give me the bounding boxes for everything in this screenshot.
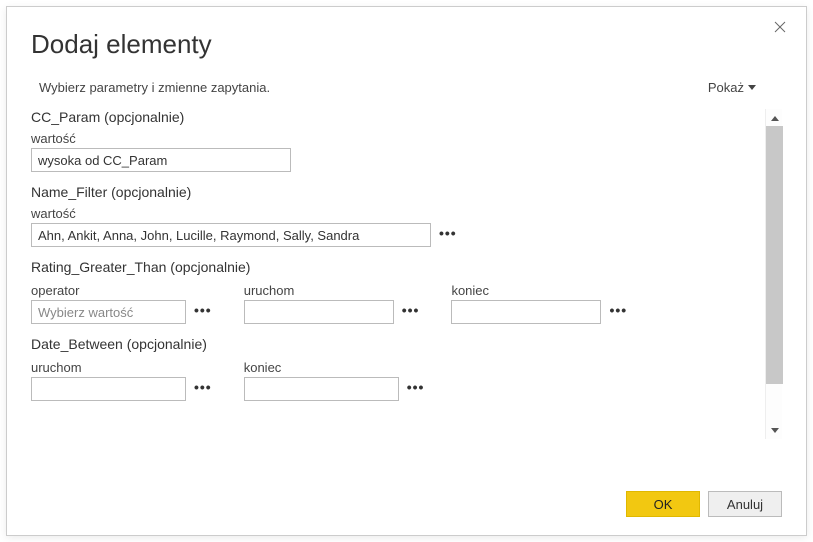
scroll-thumb[interactable]	[766, 126, 783, 384]
show-dropdown[interactable]: Pokaż	[708, 80, 756, 95]
cancel-button[interactable]: Anuluj	[708, 491, 782, 517]
dialog-subtitle: Wybierz parametry i zmienne zapytania.	[39, 80, 270, 95]
button-row: OK Anuluj	[626, 491, 782, 517]
close-button[interactable]	[770, 17, 790, 37]
scroll-up-button[interactable]	[766, 109, 783, 126]
section-date-title: Date_Between (opcjonalnie)	[31, 336, 752, 352]
rating-operator-more-button[interactable]: •••	[194, 305, 212, 319]
rating-end-input[interactable]	[451, 300, 601, 324]
scrollbar[interactable]	[765, 109, 782, 439]
chevron-down-icon	[748, 85, 756, 91]
scroll-down-button[interactable]	[766, 422, 783, 439]
section-name-filter-title: Name_Filter (opcjonalnie)	[31, 184, 752, 200]
date-start-input[interactable]	[31, 377, 186, 401]
name-filter-value-label: wartość	[31, 206, 752, 221]
cc-param-value-label: wartość	[31, 131, 752, 146]
dialog-title: Dodaj elementy	[31, 29, 782, 60]
date-start-label: uruchom	[31, 360, 212, 375]
rating-start-input[interactable]	[244, 300, 394, 324]
rating-end-label: koniec	[451, 283, 627, 298]
show-label: Pokaż	[708, 80, 744, 95]
close-icon	[774, 21, 786, 33]
rating-operator-input[interactable]	[31, 300, 186, 324]
date-end-more-button[interactable]: •••	[407, 382, 425, 396]
chevron-up-icon	[771, 115, 779, 121]
date-end-label: koniec	[244, 360, 425, 375]
section-rating-title: Rating_Greater_Than (opcjonalnie)	[31, 259, 752, 275]
rating-end-more-button[interactable]: •••	[609, 305, 627, 319]
rating-start-label: uruchom	[244, 283, 420, 298]
subtitle-row: Wybierz parametry i zmienne zapytania. P…	[31, 80, 782, 95]
name-filter-value-input[interactable]	[31, 223, 431, 247]
date-start-more-button[interactable]: •••	[194, 382, 212, 396]
dialog: Dodaj elementy Wybierz parametry i zmien…	[6, 6, 807, 536]
chevron-down-icon	[771, 428, 779, 434]
date-end-input[interactable]	[244, 377, 399, 401]
rating-start-more-button[interactable]: •••	[402, 305, 420, 319]
form-area: CC_Param (opcjonalnie) wartość Name_Filt…	[31, 109, 782, 439]
name-filter-more-button[interactable]: •••	[439, 228, 457, 242]
section-cc-param-title: CC_Param (opcjonalnie)	[31, 109, 752, 125]
cc-param-value-input[interactable]	[31, 148, 291, 172]
rating-operator-label: operator	[31, 283, 212, 298]
ok-button[interactable]: OK	[626, 491, 700, 517]
